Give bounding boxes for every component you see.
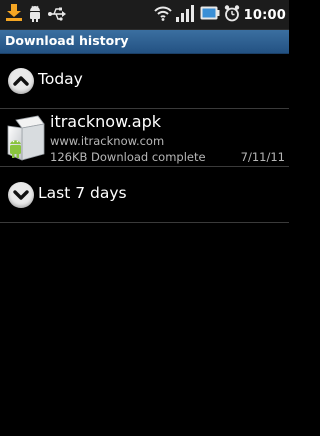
signal-icon — [175, 4, 196, 26]
chevron-up-icon[interactable] — [8, 68, 34, 94]
download-history-screen: 10:00 Download history Today itracknow.a… — [0, 0, 289, 436]
download-file-name: itracknow.apk — [50, 112, 162, 131]
status-bar: 10:00 — [0, 0, 289, 30]
system-status-icons: 10:00 — [153, 4, 286, 26]
download-status: 126KB Download complete — [50, 150, 206, 164]
download-item[interactable]: itracknow.apk www.itracknow.com 126KB Do… — [0, 110, 289, 167]
download-notification-icon[interactable] — [6, 4, 22, 26]
chevron-down-icon[interactable] — [8, 182, 34, 208]
usb-icon[interactable] — [48, 6, 66, 25]
alarm-icon — [224, 4, 240, 26]
download-source-url: www.itracknow.com — [50, 134, 165, 148]
battery-icon — [200, 5, 220, 25]
notification-icons — [6, 4, 66, 26]
group-header-last-7-days[interactable]: Last 7 days — [0, 168, 289, 223]
page-title: Download history — [5, 33, 129, 48]
apk-package-icon — [6, 114, 46, 162]
title-bar: Download history — [0, 30, 289, 54]
android-notification-icon[interactable] — [28, 4, 42, 26]
status-clock: 10:00 — [243, 7, 286, 23]
group-header-today[interactable]: Today — [0, 54, 289, 109]
group-label-last-7-days: Last 7 days — [38, 184, 127, 202]
download-date: 7/11/11 — [240, 150, 285, 164]
group-label-today: Today — [38, 70, 83, 88]
wifi-icon — [153, 5, 172, 25]
